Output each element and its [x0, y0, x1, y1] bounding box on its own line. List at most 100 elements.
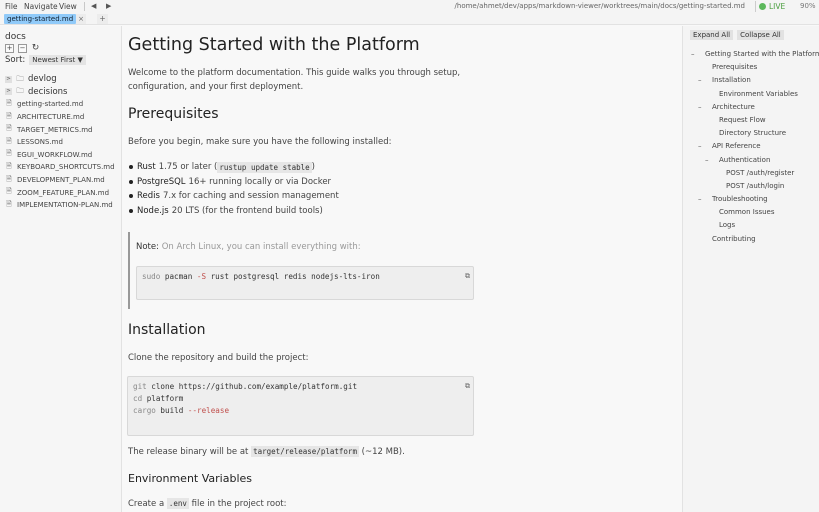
bullet-text: 20 LTS (for the frontend build tools)	[171, 205, 323, 216]
file-item[interactable]: 🗎 LESSONS.md	[5, 136, 121, 149]
outline-item-label: Authentication	[719, 155, 771, 164]
text: Create a	[128, 499, 167, 509]
file-item[interactable]: 🗎 ARCHITECTURE.md	[5, 111, 121, 124]
live-dot-icon	[759, 3, 766, 10]
collapse-all-button[interactable]: Collapse All	[737, 30, 784, 40]
code-text: platform	[142, 394, 184, 403]
outline-item[interactable]: Logs	[683, 219, 819, 232]
text: (~12 MB).	[358, 447, 405, 457]
outline-item[interactable]: Prerequisites	[683, 61, 819, 74]
file-label: getting-started.md	[17, 100, 84, 109]
folder-label: devlog	[28, 74, 57, 85]
outline-item[interactable]: – Installation	[683, 74, 819, 87]
file-item[interactable]: 🗎 IMPLEMENTATION-PLAN.md	[5, 199, 121, 212]
outline-item[interactable]: Environment Variables	[683, 88, 819, 101]
file-label: TARGET_METRICS.md	[17, 125, 93, 134]
document-view[interactable]: Getting Started with the Platform Welcom…	[123, 26, 681, 512]
zoom-level: 90%	[800, 2, 816, 10]
file-item[interactable]: 🗎 KEYBOARD_SHORTCUTS.md	[5, 161, 121, 174]
outline-item[interactable]: POST /auth/login	[683, 180, 819, 193]
outline-item-label: POST /auth/register	[726, 168, 795, 177]
text: The release binary will be at	[128, 447, 252, 457]
outline-item-label: API Reference	[712, 142, 761, 151]
file-item[interactable]: 🗎 EGUI_WORKFLOW.md	[5, 149, 121, 162]
forward-arrow-icon[interactable]: ▶	[106, 2, 111, 10]
bullet-dot	[129, 165, 133, 170]
collapse-toggle-icon[interactable]: –	[698, 101, 702, 114]
menu-file[interactable]: File	[5, 2, 18, 11]
code-block-clone[interactable]: git clone https://github.com/example/pla…	[127, 376, 474, 436]
code-block-install-arch[interactable]: sudo pacman -S rust postgresql redis nod…	[136, 266, 474, 300]
outline-item[interactable]: – Authentication	[683, 154, 819, 167]
collapse-all-icon[interactable]: −	[18, 44, 27, 53]
code-text: rust postgresql redis nodejs-lts-iron	[206, 272, 380, 281]
copy-icon[interactable]: ⧉	[465, 270, 470, 282]
menu-navigate[interactable]: Navigate	[24, 2, 58, 11]
collapse-toggle-icon[interactable]: –	[698, 193, 702, 206]
note-body: On Arch Linux, you can install everythin…	[161, 242, 361, 252]
code-flag: --release	[187, 406, 230, 415]
expand-all-icon[interactable]: +	[5, 44, 14, 53]
collapse-toggle-icon[interactable]: –	[698, 140, 702, 153]
code-line: git clone https://github.com/example/pla…	[133, 381, 468, 393]
file-icon: 🗎	[6, 136, 12, 145]
folder-decisions[interactable]: > 🗀 decisions	[5, 86, 121, 99]
file-label: IMPLEMENTATION-PLAN.md	[17, 201, 113, 210]
menu-view[interactable]: View	[59, 2, 77, 11]
collapse-toggle-icon[interactable]: –	[698, 74, 702, 87]
bullet-text: 1.75 or later (	[158, 162, 218, 173]
note-label: Note:	[136, 242, 159, 252]
file-item[interactable]: 🗎 DEVELOPMENT_PLAN.md	[5, 174, 121, 187]
outline-list: – Getting Started with the Platform Prereq…	[683, 48, 819, 246]
file-item[interactable]: 🗎 getting-started.md	[5, 98, 121, 111]
expand-all-button[interactable]: Expand All	[690, 30, 734, 40]
new-tab-button[interactable]: +	[97, 14, 108, 24]
back-arrow-icon[interactable]: ◀	[91, 2, 96, 10]
env-intro: Create a .env file in the project root:	[128, 497, 286, 511]
prereq-intro: Before you begin, make sure you have the…	[128, 137, 392, 147]
file-path: /home/ahmet/dev/apps/markdown-viewer/wor…	[454, 2, 745, 10]
outline-item[interactable]: Directory Structure	[683, 127, 819, 140]
live-indicator[interactable]: LIVE	[755, 1, 785, 12]
outline-item[interactable]: – API Reference	[683, 140, 819, 153]
outline-item-label: POST /auth/login	[726, 181, 785, 190]
chevron-right-icon[interactable]: >	[5, 88, 12, 96]
sort-dropdown[interactable]: Newest First ▼	[29, 55, 86, 65]
outline-item[interactable]: POST /auth/register	[683, 167, 819, 180]
file-label: ZOOM_FEATURE_PLAN.md	[17, 188, 110, 197]
outline-item-label: Troubleshooting	[712, 195, 768, 204]
folder-label: decisions	[28, 86, 68, 97]
code-text: build	[155, 406, 188, 415]
list-item: PostgreSQL 16+ running locally or via Do…	[128, 175, 339, 190]
release-note: The release binary will be at target/rel…	[128, 445, 405, 459]
file-item[interactable]: 🗎 ZOOM_FEATURE_PLAN.md	[5, 186, 121, 199]
menu-divider	[84, 2, 85, 11]
outline-item-label: Contributing	[712, 234, 756, 243]
copy-icon[interactable]: ⧉	[465, 380, 470, 392]
outline-item-label: Installation	[712, 76, 751, 85]
refresh-icon[interactable]: ↻	[31, 44, 40, 53]
file-item[interactable]: 🗎 TARGET_METRICS.md	[5, 123, 121, 136]
sort-row: Sort: Newest First ▼	[5, 55, 86, 65]
collapse-toggle-icon[interactable]: –	[691, 48, 695, 61]
live-label: LIVE	[769, 2, 786, 11]
folder-devlog[interactable]: > 🗀 devlog	[5, 73, 121, 86]
outline-item[interactable]: – Architecture	[683, 101, 819, 114]
outline-item[interactable]: Common Issues	[683, 206, 819, 219]
file-icon: 🗎	[6, 111, 12, 120]
tab-close-icon[interactable]: ×	[76, 14, 86, 24]
file-icon: 🗎	[6, 174, 12, 183]
bullet-dot	[129, 194, 133, 199]
list-item: Node.js 20 LTS (for the frontend build t…	[128, 204, 339, 219]
outline-item[interactable]: Contributing	[683, 233, 819, 246]
outline-item-label: Environment Variables	[719, 89, 798, 98]
outline-item[interactable]: Request Flow	[683, 114, 819, 127]
file-sidebar: docs + − ↻ Sort: Newest First ▼ > 🗀 devl…	[0, 26, 122, 512]
outline-item[interactable]: – Troubleshooting	[683, 193, 819, 206]
code-flag: -S	[196, 272, 207, 281]
tab-getting-started[interactable]: getting-started.md	[4, 14, 77, 24]
outline-item[interactable]: – Getting Started with the Platform	[683, 48, 819, 61]
collapse-toggle-icon[interactable]: –	[705, 154, 709, 167]
file-icon: 🗎	[6, 98, 12, 107]
chevron-right-icon[interactable]: >	[5, 75, 12, 83]
